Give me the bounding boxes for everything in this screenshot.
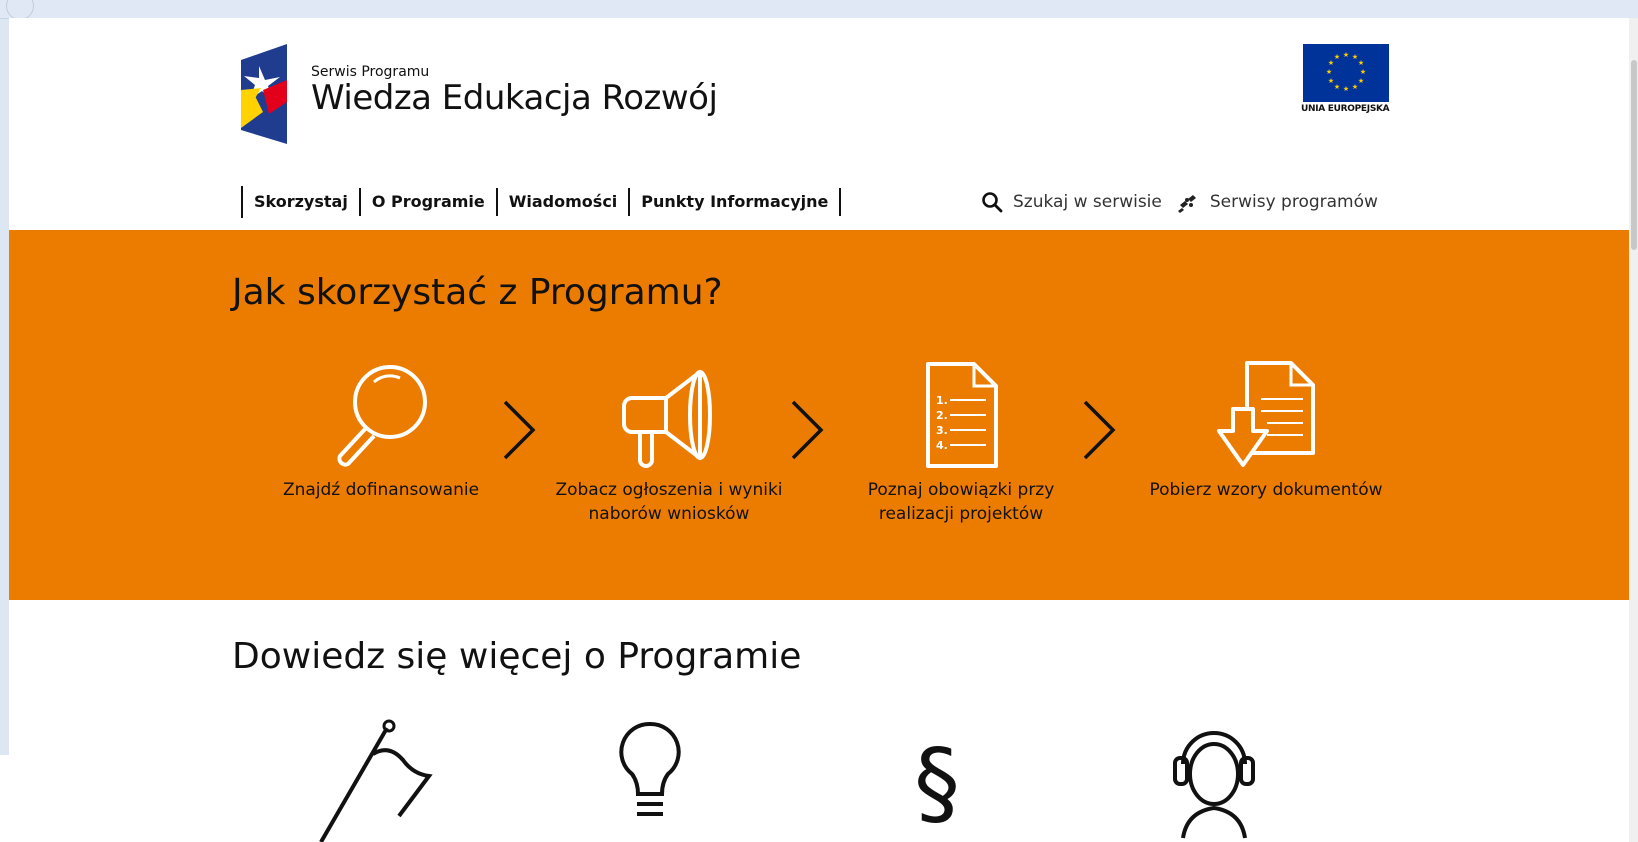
scrollbar-thumb[interactable]: [1631, 60, 1637, 250]
programs-link[interactable]: Serwisy programów: [1176, 191, 1378, 213]
eu-caption: UNIA EUROPEJSKA: [1301, 104, 1390, 114]
search-label: Szukaj w serwisie: [1013, 192, 1162, 212]
step-label: Zobacz ogłoszenia i wyniki naborów wnios…: [555, 480, 783, 524]
step-label: Znajdź dofinansowanie: [282, 480, 480, 500]
step-label: Poznaj obowiązki przy realizacji projekt…: [867, 480, 1055, 524]
flag-icon[interactable]: [301, 718, 441, 842]
search-link[interactable]: Szukaj w serwisie: [981, 191, 1162, 213]
page: Serwis Programu Wiedza Edukacja Rozwój ★…: [9, 18, 1629, 842]
eu-flag-icon: ★ ★★ ★★★ ★★★ ★★★: [1303, 44, 1389, 102]
svg-text:★: ★: [1358, 77, 1364, 85]
svg-text:★: ★: [1334, 53, 1340, 61]
step-label: Pobierz wzory dokumentów: [1149, 480, 1383, 500]
svg-text:4.: 4.: [936, 439, 948, 452]
svg-text:1.: 1.: [936, 394, 948, 407]
logo-title[interactable]: Wiedza Edukacja Rozwój: [311, 78, 718, 118]
nav-item-wiadomosci[interactable]: Wiadomości: [498, 188, 631, 216]
svg-text:★: ★: [1334, 83, 1340, 91]
headset-icon[interactable]: [1169, 718, 1259, 842]
header-tools: Szukaj w serwisie Serwisy programów: [981, 188, 1392, 216]
svg-text:★: ★: [1343, 51, 1349, 59]
svg-text:3.: 3.: [936, 424, 948, 437]
nav-item-skorzystaj[interactable]: Skorzystaj: [243, 188, 361, 216]
document-list-icon: 1. 2. 3. 4.: [926, 362, 998, 468]
magnifier-icon: [337, 365, 427, 467]
window-edge: [0, 755, 9, 842]
lightbulb-icon[interactable]: [615, 718, 685, 842]
search-icon: [982, 192, 1003, 213]
nav-item-punkty-informacyjne[interactable]: Punkty Informacyjne: [630, 188, 842, 216]
browser-button[interactable]: [6, 0, 34, 20]
svg-text:★: ★: [1360, 68, 1366, 76]
chevron-right-icon: [791, 400, 824, 460]
programs-label: Serwisy programów: [1209, 192, 1378, 212]
megaphone-icon: [622, 370, 712, 468]
step-download-templates[interactable]: Pobierz wzory dokumentów: [1146, 360, 1386, 502]
learn-more-title: Dowiedz się więcej o Programie: [232, 636, 802, 677]
step-obligations[interactable]: 1. 2. 3. 4. Poznaj obowiązki przy realizacj…: [841, 360, 1081, 526]
chevron-right-icon: [503, 400, 536, 460]
paragraph-icon[interactable]: §: [907, 718, 967, 842]
svg-text:★: ★: [1343, 85, 1349, 93]
svg-text:★: ★: [1326, 68, 1332, 76]
nav-item-o-programie[interactable]: O Programie: [361, 188, 498, 216]
puzzle-icon: [1177, 195, 1196, 213]
how-to-title: Jak skorzystać z Programu?: [232, 272, 723, 313]
browser-top-bar: [0, 0, 1638, 20]
svg-text:★: ★: [1358, 59, 1364, 67]
svg-text:★: ★: [1352, 83, 1358, 91]
step-find-funding[interactable]: Znajdź dofinansowanie: [261, 360, 501, 502]
svg-text:2.: 2.: [936, 409, 948, 422]
document-download-icon: [1217, 361, 1315, 467]
step-announcements[interactable]: Zobacz ogłoszenia i wyniki naborów wnios…: [549, 360, 789, 526]
how-to-section: Jak skorzystać z Programu? Znajdź dofina…: [9, 230, 1629, 600]
scrollbar[interactable]: [1629, 18, 1638, 842]
chevron-right-icon: [1083, 400, 1116, 460]
svg-text:★: ★: [1328, 77, 1334, 85]
svg-text:§: §: [914, 729, 960, 836]
program-logo-icon[interactable]: [241, 44, 291, 144]
main-nav: Skorzystaj O Programie Wiadomości Punkty…: [241, 186, 842, 218]
